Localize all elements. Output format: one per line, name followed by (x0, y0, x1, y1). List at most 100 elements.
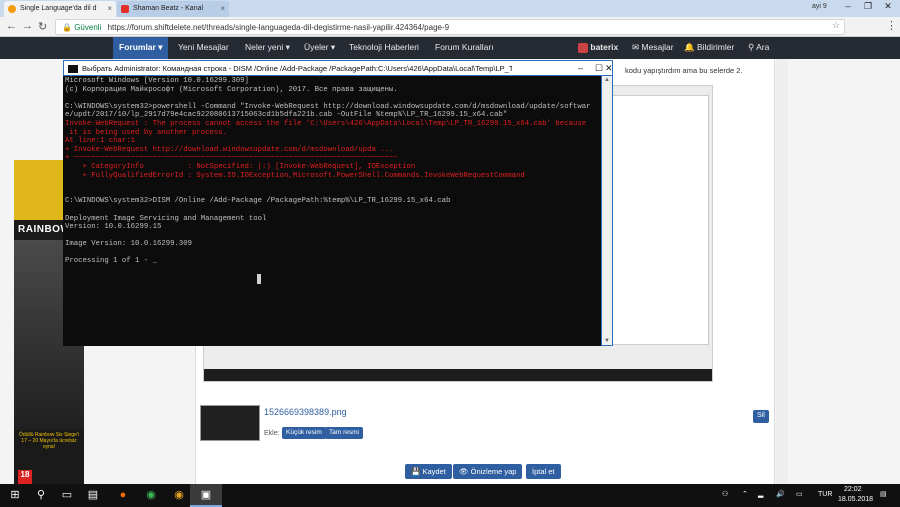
windows-taskbar: ⊞ ⚲ ▭ ▤ ● ◉ ◉ ▣ ⚇ ⌃ ▂ 🔊 ▭ TUR 22:02 18.0… (0, 484, 900, 507)
close-window-icon[interactable]: ✕ (880, 1, 896, 12)
forum-favicon-icon (8, 5, 16, 13)
console-title-text: Выбрать Administrator: Командная строка … (82, 64, 512, 73)
console-line: C:\WINDOWS\system32>DISM /Online /Add-Pa… (65, 197, 451, 206)
back-icon[interactable]: ← (6, 20, 17, 32)
search-icon[interactable]: ⚲ (34, 488, 48, 502)
nav-neler-yeni[interactable]: Neler yeni ▾ (245, 42, 290, 53)
nav-forumlar[interactable]: Forumlar ▾ (113, 37, 169, 59)
console-line: + CategoryInfo : NotSpecified: (:) [Invo… (65, 162, 416, 171)
firefox-icon[interactable]: ● (116, 488, 130, 502)
clock-time[interactable]: 22:02 (844, 486, 862, 493)
forward-icon[interactable]: → (22, 20, 33, 32)
console-line: Deployment Image Servicing and Managemen… (65, 214, 267, 223)
console-line: e/updt/2017/10/lp_2917d79e4cac9220806137… (65, 111, 508, 120)
console-line: Image Version: 10.0.16299.309 (65, 240, 192, 249)
attachment-row: 1526669398389.png Ekle: Küçük resim Tam … (200, 405, 769, 445)
windows-start-icon[interactable]: ⊞ (8, 488, 22, 502)
messages-label: Mesajlar (641, 42, 674, 52)
volume-icon[interactable]: 🔊 (776, 490, 785, 498)
console-scrollbar[interactable]: ▲ ▼ (601, 76, 613, 346)
search-link[interactable]: ⚲ Ara (748, 42, 769, 53)
attachment-filename[interactable]: 1526669398389.png (264, 407, 347, 417)
notifications-link[interactable]: 🔔 Bildirimler (684, 42, 734, 53)
console-line: Version: 10.0.16299.15 (65, 223, 162, 232)
page-scrollbar[interactable] (776, 59, 788, 484)
minimize-icon[interactable]: – (578, 63, 583, 73)
console-titlebar[interactable]: Выбрать Administrator: Командная строка … (63, 60, 613, 76)
maximize-icon[interactable]: ☐ (595, 63, 603, 74)
browser-menu-icon[interactable]: ⋮ (886, 19, 897, 32)
scroll-up-icon[interactable]: ▲ (604, 77, 610, 83)
close-icon[interactable]: × (220, 4, 225, 13)
tab-forum[interactable]: Single Language'da dil d × (4, 1, 116, 17)
console-line: + Invoke-WebRequest http://download.wind… (65, 145, 394, 154)
close-icon[interactable]: × (107, 4, 112, 13)
nav-label: Neler yeni (245, 42, 284, 52)
chrome-icon[interactable]: ◉ (144, 488, 158, 502)
console-line: At line:1 char:1 (65, 137, 136, 146)
language-indicator[interactable]: TUR (818, 491, 832, 498)
save-icon: 💾 (411, 467, 421, 476)
people-icon[interactable]: ⚇ (722, 490, 728, 498)
cmd-icon (68, 65, 78, 73)
nav-teknoloji-haberleri[interactable]: Teknoloji Haberleri (349, 42, 419, 52)
insert-full-image-button[interactable]: Tam resmi (325, 427, 363, 439)
scroll-down-icon[interactable]: ▼ (604, 338, 610, 344)
browser-profile[interactable]: ayi 9 (812, 3, 827, 10)
close-icon[interactable]: ✕ (605, 63, 612, 74)
search-label: Ara (756, 42, 770, 52)
url-field[interactable]: 🔒 Güvenli https://forum.shiftdelete.net/… (55, 19, 845, 35)
secure-label: Güvenli (74, 23, 102, 32)
clock-date[interactable]: 18.05.2018 (838, 496, 873, 503)
nav-forum-kurallari[interactable]: Forum Kuralları (435, 42, 494, 52)
nav-yeni-mesajlar[interactable]: Yeni Mesajlar (178, 42, 229, 52)
console-line: Microsoft Windows [Version 10.0.16299.30… (65, 77, 249, 85)
attachment-ekle-label: Ekle: (264, 430, 280, 437)
age-rating-badge: 18 (18, 470, 32, 484)
youtube-favicon-icon (121, 5, 129, 13)
console-line: + ~~~~~~~~~~~~~~~~~~~~~~~~~~~~~~~~~~~~~~… (65, 154, 398, 163)
file-explorer-icon[interactable]: ▤ (86, 488, 100, 502)
notification-center-icon[interactable]: ▤ (880, 490, 887, 498)
minimize-icon[interactable]: – (840, 1, 856, 11)
network-icon[interactable]: ▂ (758, 490, 763, 498)
taskbar-cmd-active[interactable]: ▣ (190, 484, 222, 507)
reload-icon[interactable]: ↻ (38, 20, 47, 33)
cancel-button[interactable]: İptal et (526, 464, 561, 479)
task-view-icon[interactable]: ▭ (60, 488, 74, 502)
console-line: + FullyQualifiedErrorId : System.IO.IOEx… (65, 171, 525, 180)
eye-icon: 👁 (459, 467, 469, 476)
username: baterix (590, 42, 619, 52)
chrome-canary-icon[interactable]: ◉ (172, 488, 186, 502)
save-button[interactable]: 💾 Kaydet (405, 464, 452, 479)
embedded-taskbar (204, 369, 712, 381)
notifications-label: Bildirimler (696, 42, 735, 52)
tab-label: Single Language'da dil d (20, 5, 97, 12)
maximize-icon[interactable]: ❐ (860, 1, 876, 12)
tray-chevron-icon[interactable]: ⌃ (742, 490, 748, 498)
insert-thumbnail-button[interactable]: Küçük resim (282, 427, 326, 439)
preview-button[interactable]: 👁 Önizleme yap (453, 464, 523, 479)
console-output[interactable]: Microsoft Windows [Version 10.0.16299.30… (63, 76, 601, 346)
delete-attachment-button[interactable]: Sil (753, 410, 769, 423)
search-icon: ⚲ (748, 42, 755, 52)
attachment-thumbnail[interactable] (200, 405, 260, 441)
envelope-icon: ✉ (632, 42, 640, 52)
battery-icon[interactable]: ▭ (796, 490, 803, 498)
embedded-browser-panel (609, 95, 709, 345)
tab-youtube[interactable]: Shaman Beatz - Kanal × (117, 1, 229, 17)
preview-label: Önizleme yap (470, 467, 517, 476)
messages-link[interactable]: ✉ Mesajlar (632, 42, 674, 53)
forum-navbar: Forumlar ▾ Yeni Mesajlar Neler yeni ▾ Üy… (0, 37, 900, 59)
nav-uyeler[interactable]: Üyeler ▾ (304, 42, 335, 53)
url-text: https://forum.shiftdelete.net/threads/si… (107, 23, 450, 32)
user-menu[interactable]: baterix (578, 42, 618, 53)
bookmark-star-icon[interactable]: ☆ (832, 20, 840, 31)
nav-label: Üyeler (304, 42, 329, 52)
post-text: kodu yapıştırdım ama bu selerde 2. (625, 66, 743, 75)
nav-label: Forumlar (119, 42, 156, 52)
